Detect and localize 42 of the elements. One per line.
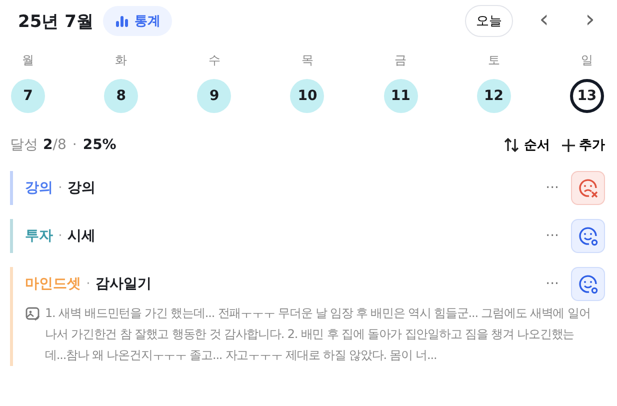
next-button[interactable]: › xyxy=(575,5,605,37)
more-button[interactable]: ··· xyxy=(546,228,559,244)
note-text: 1. 새벽 배드민턴을 가긴 했는데... 전패ㅜㅜㅜ 무더운 날 임장 후 배민은 역시 힘들군... 그럼에도 새벽에 일어나서 가긴한건 참 잘했고 행동한 것 감사합니다. 2. 배민 후 집에 돌아가 집안일하고 짐을 챙겨 나오긴했는데...참나 왜 나온건지ㅜㅜㅜ 졸고... 자고ㅜㅜㅜ 제대로 하질 않았다. 몸이 너... xyxy=(45,305,592,364)
more-button[interactable]: ··· xyxy=(546,276,559,292)
more-button[interactable]: ··· xyxy=(546,180,559,196)
weekday-label: 토 xyxy=(488,52,500,69)
achievement-summary: 달성 2/8 · 25% xyxy=(10,136,116,154)
weekday-label: 수 xyxy=(208,52,220,69)
previous-button[interactable]: ‹ xyxy=(529,5,559,37)
sort-button[interactable]: 순서 xyxy=(504,136,550,154)
weekday-label: 월 xyxy=(22,52,34,69)
stats-button[interactable]: 통계 xyxy=(103,6,172,36)
smile-face-icon xyxy=(577,225,599,247)
smile-face-icon xyxy=(577,273,599,295)
sort-icon xyxy=(504,138,520,152)
date-button[interactable]: 7 xyxy=(11,79,45,113)
weekday-label: 목 xyxy=(301,52,314,69)
month-title: 25년 7월 xyxy=(18,10,94,32)
habit-item[interactable]: 마인드셋 · 감사일기 ··· 1. 새벽 배드민턴을 가긴 했는데... 전패ㅜㅜㅜ 무더운 날 임장 후 배민은 역시 힘들군... 그럼에도 새벽에 일어나서 가긴한건 참 잘했고 행동한 것 감사합니다. 2. 배민 후 집에 돌아가 집안일하고 짐을 챙겨 나오긴했는데...참나 왜 나온건지ㅜㅜㅜ 졸고... 자고ㅜㅜㅜ 제대로 하질 않았다. 몸이 너... xyxy=(10,267,605,366)
weekday-label: 금 xyxy=(394,52,407,69)
date-button[interactable]: 11 xyxy=(384,79,418,113)
status-button[interactable] xyxy=(571,219,605,253)
habit-title: 마인드셋 · 감사일기 xyxy=(25,275,152,293)
date-button[interactable]: 12 xyxy=(476,79,511,113)
habit-title: 투자 · 시세 xyxy=(25,227,96,245)
date-button[interactable]: 8 xyxy=(104,79,138,113)
date-button[interactable]: 9 xyxy=(197,79,232,113)
date-button[interactable]: 13 xyxy=(570,79,604,113)
weekday-label: 일 xyxy=(580,52,593,69)
image-note-icon xyxy=(25,306,41,322)
sad-face-icon xyxy=(577,177,599,199)
weekday-label: 화 xyxy=(115,52,128,69)
habit-title: 강의 · 강의 xyxy=(25,179,96,197)
add-button[interactable]: 추가 xyxy=(562,136,605,154)
bar-chart-icon xyxy=(115,14,130,28)
status-button[interactable] xyxy=(571,267,605,301)
habit-item[interactable]: 투자 · 시세 ··· xyxy=(10,219,605,253)
plus-icon xyxy=(562,138,575,152)
date-button[interactable]: 10 xyxy=(290,79,324,113)
today-button[interactable]: 오늘 xyxy=(465,5,513,37)
status-button[interactable] xyxy=(571,171,605,205)
habit-item[interactable]: 강의 · 강의 ··· xyxy=(10,171,605,205)
